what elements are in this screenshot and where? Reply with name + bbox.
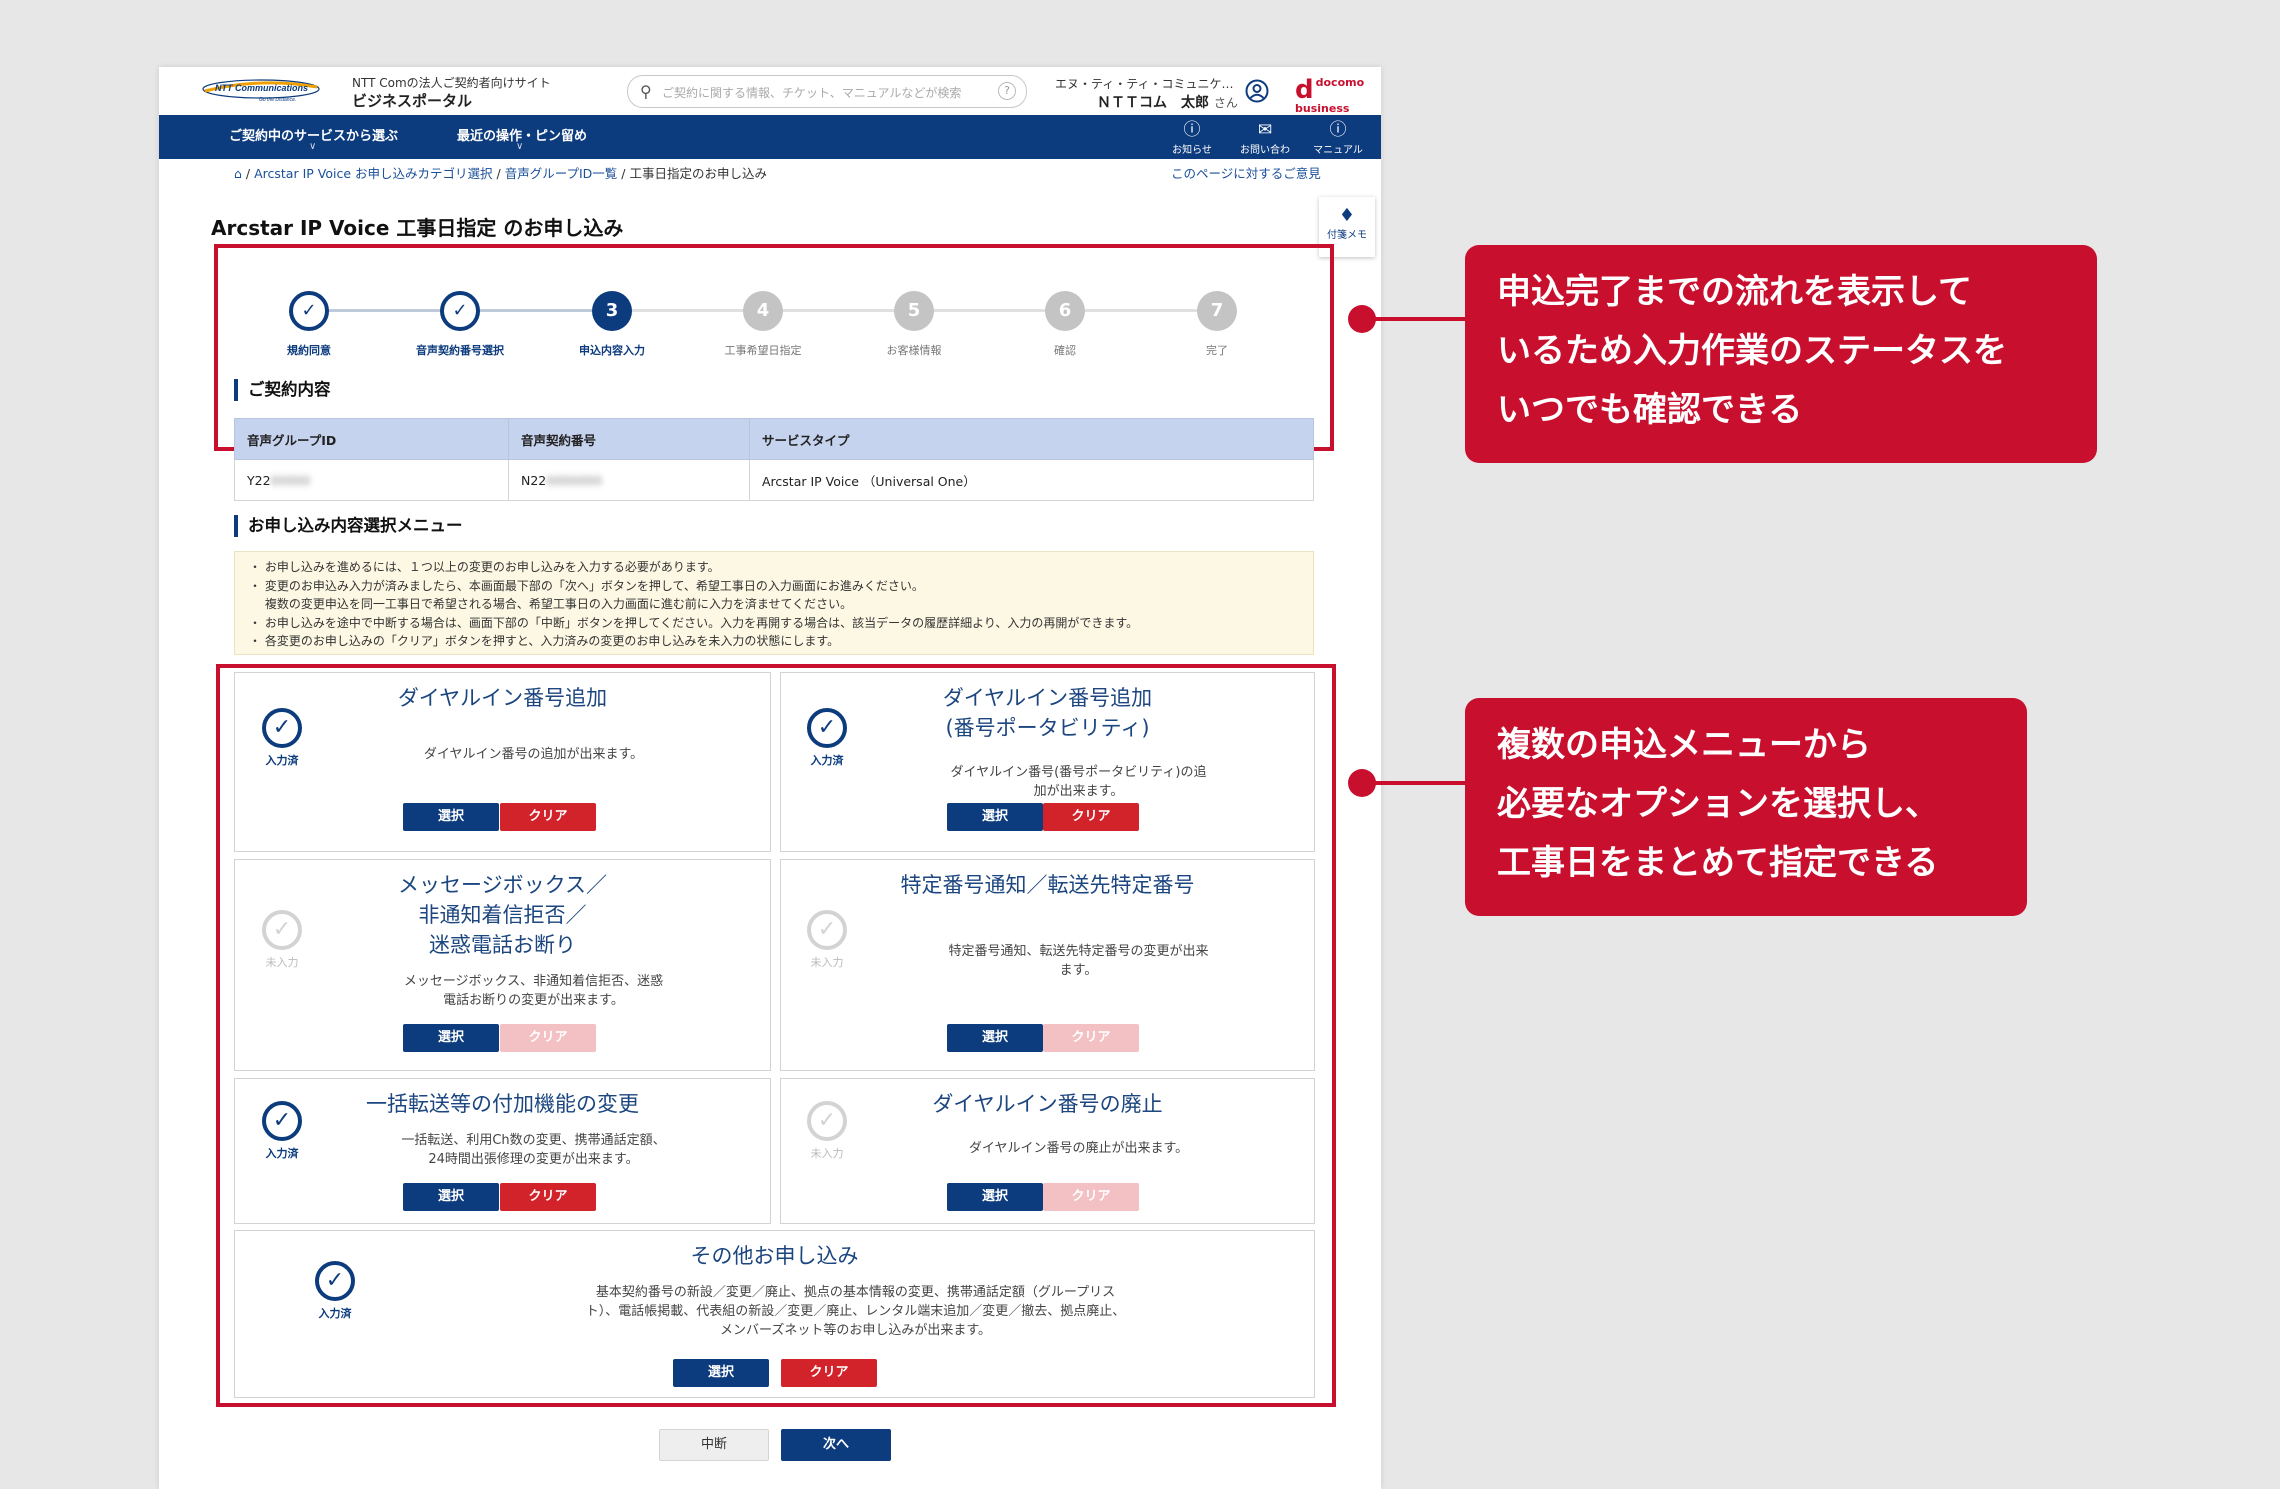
business-text: business — [1295, 102, 1350, 115]
notice-line: ・ お申し込みを進めるには、１つ以上の変更のお申し込みを入力する必要があります。 — [249, 560, 720, 574]
contract-heading: ご契約内容 — [234, 379, 331, 401]
logo-text: NTT Communications — [215, 83, 308, 93]
site-subtitle: NTT Comの法人ご契約者向けサイト — [352, 76, 551, 90]
breadcrumb-link-group-list[interactable]: 音声グループID一覧 — [505, 166, 618, 181]
next-button[interactable]: 次へ — [781, 1429, 891, 1461]
callout-line: 必要なオプションを選択し、 — [1497, 784, 1939, 824]
col-contract-number: 音声契約番号 — [508, 418, 750, 460]
user-honorific: さん — [1213, 96, 1238, 110]
ntt-communications-logo[interactable]: NTT Communications Go the Distance. — [201, 79, 321, 103]
callout-line: いつでも確認できる — [1497, 390, 1803, 430]
search-icon: ⚲ — [640, 82, 652, 101]
col-group-id: 音声グループID — [234, 418, 509, 460]
nav-notice[interactable]: ⓘ お知らせ — [1163, 119, 1221, 156]
callout-connector — [1362, 317, 1466, 321]
page-title: Arcstar IP Voice 工事日指定 のお申し込み — [211, 216, 624, 240]
menu-highlight-box — [216, 664, 1336, 1407]
col-service-type: サービスタイプ — [749, 418, 1314, 460]
notice-line: 複数の変更申込を同一工事日で希望される場合、希望工事日の入力画面に進む前に入力を… — [249, 597, 853, 611]
logo-tagline: Go the Distance. — [259, 97, 296, 103]
site-header: NTT Communications Go the Distance. NTT … — [159, 67, 1381, 115]
group-id-masked: 00000 — [270, 472, 311, 488]
nav-manual[interactable]: ⓘ マニュアル — [1309, 119, 1367, 156]
callout-line: 複数の申込メニューから — [1497, 725, 1871, 765]
chevron-down-icon: ∨ — [516, 141, 524, 152]
callout-stepper: 申込完了までの流れを表示して いるため入力作業のステータスを いつでも確認できる — [1465, 245, 2097, 463]
callout-line: 申込完了までの流れを表示して — [1497, 272, 1972, 312]
contract-table: 音声グループID 音声契約番号 サービスタイプ Y2200000 N220000… — [234, 418, 1314, 501]
cell-contract-number: N220000000 — [508, 459, 750, 501]
question-icon: ⓘ — [1329, 120, 1347, 140]
callout-line: いるため入力作業のステータスを — [1497, 331, 2007, 371]
user-name-text: ＮＴＴコム 太郎 — [1097, 95, 1209, 111]
docomo-business-logo: d docomo business — [1295, 77, 1364, 114]
site-title[interactable]: ビジネスポータル — [352, 90, 472, 111]
breadcrumb: ⌂ / Arcstar IP Voice お申し込みカテゴリ選択 / 音声グルー… — [234, 163, 767, 182]
cell-service-type: Arcstar IP Voice （Universal One） — [749, 459, 1314, 501]
breadcrumb-current: 工事日指定のお申し込み — [629, 166, 767, 181]
help-icon[interactable]: ? — [998, 82, 1016, 100]
menu-notice: ・ お申し込みを進めるには、１つ以上の変更のお申し込みを入力する必要があります。… — [234, 551, 1314, 655]
group-id-prefix: Y22 — [247, 472, 271, 488]
notice-line: ・ 各変更のお申し込みの「クリア」ボタンを押すと、入力済みの変更のお申し込みを未… — [249, 634, 840, 648]
nav-manual-label: マニュアル — [1313, 145, 1363, 156]
portal-screenshot: NTT Communications Go the Distance. NTT … — [159, 67, 1381, 1489]
contract-number-masked: 0000000 — [546, 472, 602, 488]
tag-icon: ♦ — [1338, 205, 1356, 226]
table-row: Y2200000 N220000000 Arcstar IP Voice （Un… — [234, 459, 1314, 501]
callout-menu: 複数の申込メニューから 必要なオプションを選択し、 工事日をまとめて指定できる — [1465, 698, 2027, 916]
page-feedback-link[interactable]: このページに対するご意見 — [1171, 163, 1321, 182]
callout-connector — [1362, 781, 1466, 785]
home-icon[interactable]: ⌂ — [234, 166, 242, 181]
memo-label: 付箋メモ — [1327, 230, 1367, 241]
breadcrumb-separator: / — [617, 166, 630, 181]
info-icon: ⓘ — [1183, 120, 1201, 140]
suspend-button[interactable]: 中断 — [659, 1429, 769, 1461]
main-nav: ご契約中のサービスから選ぶ ∨ 最近の操作・ピン留め ∨ ⓘ お知らせ ✉ お問… — [159, 115, 1381, 171]
chevron-down-icon: ∨ — [309, 141, 317, 152]
search-input[interactable]: ⚲ ご契約に関する情報、チケット、マニュアルなどが検索 ? — [627, 75, 1027, 108]
nav-notice-label: お知らせ — [1172, 145, 1212, 156]
breadcrumb-separator: / — [241, 166, 255, 181]
search-placeholder: ご契約に関する情報、チケット、マニュアルなどが検索 — [662, 86, 962, 100]
notice-line: ・ 変更のお申込み入力が済みましたら、本画面最下部の「次へ」ボタンを押して、希望… — [249, 578, 924, 593]
docomo-d-icon: d — [1295, 75, 1314, 105]
docomo-text: docomo — [1315, 76, 1365, 89]
mail-icon: ✉ — [1257, 120, 1273, 140]
cell-group-id: Y2200000 — [234, 459, 509, 501]
contract-number-prefix: N22 — [521, 472, 547, 488]
breadcrumb-link-category[interactable]: Arcstar IP Voice お申し込みカテゴリ選択 — [254, 166, 492, 181]
user-account-icon[interactable] — [1245, 79, 1269, 103]
callout-line: 工事日をまとめて指定できる — [1497, 843, 1939, 883]
user-name: ＮＴＴコム 太郎 さん — [1097, 92, 1238, 112]
notice-line: ・ お申し込みを途中で中断する場合は、画面下部の「中断」ボタンを押してください。… — [249, 615, 1139, 630]
company-name: エヌ・ティ・ティ・コミュニケ… — [1055, 77, 1234, 91]
breadcrumb-separator: / — [492, 166, 505, 181]
menu-heading: お申し込み内容選択メニュー — [234, 515, 463, 537]
